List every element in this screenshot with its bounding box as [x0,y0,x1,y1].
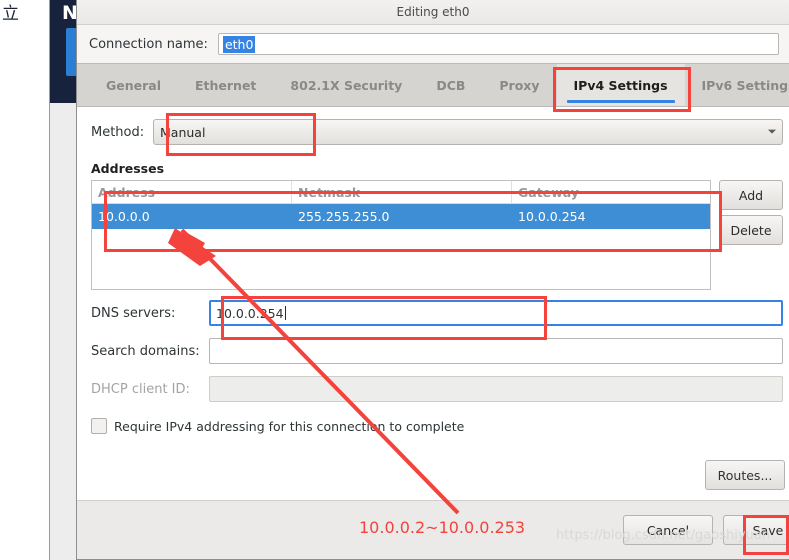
routes-button[interactable]: Routes... [705,460,785,490]
cancel-button[interactable]: Cancel [623,515,713,545]
save-button[interactable]: Save [723,515,789,545]
cell-address: 10.0.0.0 [98,209,150,224]
search-domains-label: Search domains: [91,343,200,359]
settings-tabbar: General Ethernet 802.1X Security DCB Pro… [77,63,789,107]
connection-name-value: eth0 [222,35,256,53]
method-dropdown[interactable]: Manual [153,119,783,145]
method-label: Method: [91,124,145,140]
cell-gateway: 10.0.0.254 [518,209,586,224]
text-caret [284,306,286,320]
add-button[interactable]: Add [719,180,783,210]
require-ipv4-row[interactable]: Require IPv4 addressing for this connect… [77,418,789,434]
connection-name-row: Connection name: eth0 [77,25,789,63]
connection-name-label: Connection name: [89,36,208,52]
require-ipv4-checkbox[interactable] [91,418,107,434]
tab-ipv6-settings-label: IPv6 Settings [701,77,789,93]
search-domains-row: Search domains: [77,336,789,366]
tab-ipv6-settings[interactable]: IPv6 Settings [685,64,789,106]
dhcp-client-id-row: DHCP client ID: [77,374,789,404]
require-ipv4-label: Require IPv4 addressing for this connect… [114,418,465,434]
tab-dcb[interactable]: DCB [419,64,482,106]
tab-proxy-label: Proxy [499,77,540,93]
dns-servers-label: DNS servers: [91,305,176,321]
addresses-table-header: Address Netmask Gateway [92,181,710,204]
dialog-titlebar[interactable]: Editing eth0 [77,0,789,25]
tab-8021x-security[interactable]: 802.1X Security [273,64,419,106]
tab-ipv4-settings-label: IPv4 Settings [573,77,668,93]
search-domains-input[interactable] [209,338,783,364]
method-row: Method: Manual [77,115,789,149]
addresses-section-label: Addresses [91,161,165,176]
tab-ethernet[interactable]: Ethernet [178,64,273,106]
desktop-cjk-text: 立 [2,4,19,24]
method-selected-value: Manual [160,124,206,140]
dns-servers-input[interactable]: 10.0.0.254 [209,300,783,326]
column-header-gateway[interactable]: Gateway [512,181,710,203]
tab-dcb-label: DCB [436,77,466,93]
editing-connection-dialog: Editing eth0 Connection name: eth0 Gener… [76,0,789,560]
cell-netmask: 255.255.255.0 [298,209,390,224]
tab-general-label: General [106,77,161,93]
dns-servers-row: DNS servers: 10.0.0.254 [77,298,789,328]
dns-servers-value: 10.0.0.254 [216,305,284,321]
tab-proxy[interactable]: Proxy [482,64,556,106]
routes-row: Routes... [77,460,789,490]
column-header-netmask[interactable]: Netmask [292,181,512,203]
tab-ipv4-settings[interactable]: IPv4 Settings [556,64,685,106]
chevron-down-icon [768,129,776,134]
table-row[interactable]: 10.0.0.0 255.255.255.0 10.0.0.254 [92,204,710,229]
addresses-buttons: Add Delete [719,180,783,245]
delete-button[interactable]: Delete [719,215,783,245]
dialog-title: Editing eth0 [396,5,470,19]
dhcp-client-id-input [209,376,783,402]
tab-ethernet-label: Ethernet [195,77,257,93]
ipv4-settings-panel: Method: Manual Addresses Address Netmask… [77,107,789,500]
dialog-footer: Cancel Save [77,500,789,559]
connection-name-input[interactable]: eth0 [217,33,779,55]
addresses-area: Address Netmask Gateway 10.0.0.0 255.255… [77,180,789,290]
addresses-table[interactable]: Address Netmask Gateway 10.0.0.0 255.255… [91,180,711,290]
dhcp-client-id-label: DHCP client ID: [91,381,190,397]
tab-general[interactable]: General [89,64,178,106]
tab-8021x-security-label: 802.1X Security [290,77,403,93]
column-header-address[interactable]: Address [92,181,292,203]
